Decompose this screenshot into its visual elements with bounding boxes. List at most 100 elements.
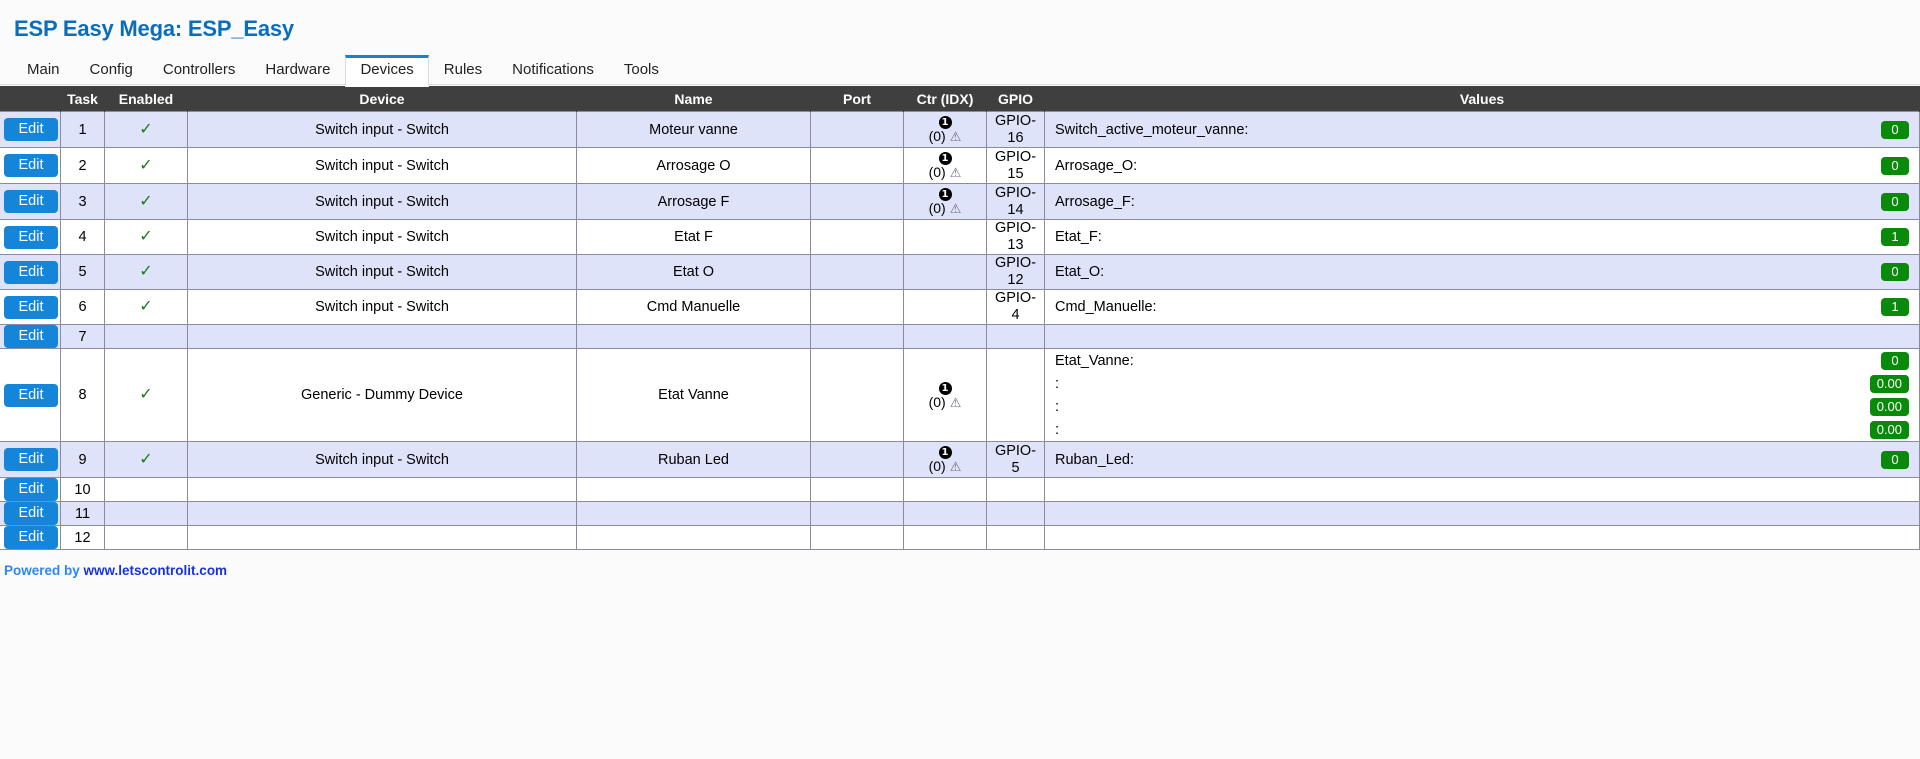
enabled-cell	[104, 501, 188, 526]
device-name-cell: Arrosage F	[576, 183, 811, 220]
values-cell: Arrosage_F: 0	[1044, 183, 1920, 220]
value-badge: 0	[1881, 120, 1909, 139]
edit-button[interactable]: Edit	[4, 325, 58, 348]
controller-idx-cell	[903, 289, 987, 325]
edit-button[interactable]: Edit	[4, 526, 58, 549]
edit-button[interactable]: Edit	[4, 295, 58, 319]
device-name-cell	[576, 525, 811, 550]
warning-icon: ⚠	[949, 394, 962, 410]
tab-controllers[interactable]: Controllers	[148, 55, 251, 86]
tab-config[interactable]: Config	[75, 55, 148, 86]
edit-button[interactable]: Edit	[4, 478, 58, 501]
column-header-task: Task	[60, 86, 105, 112]
edit-button[interactable]: Edit	[4, 502, 58, 525]
edit-button[interactable]: Edit	[4, 154, 58, 177]
edit-button[interactable]: Edit	[4, 383, 58, 407]
task-number-cell: 10	[60, 477, 105, 502]
device-type-cell: Switch input - Switch	[187, 183, 577, 220]
task-number-cell: 3	[60, 183, 105, 220]
gpio-cell	[986, 324, 1045, 349]
edit-cell: Edit	[0, 348, 61, 442]
values-cell	[1044, 324, 1920, 349]
edit-button[interactable]: Edit	[4, 118, 58, 141]
controller-idx-cell	[903, 219, 987, 255]
column-header-blank	[0, 86, 61, 112]
edit-cell: Edit	[0, 254, 61, 290]
gpio-label: GPIO-4	[994, 290, 1037, 323]
footer-letscontrolit-link[interactable]: www.letscontrolit.com	[84, 563, 228, 578]
column-header-device: Device	[187, 86, 577, 112]
values-list: Switch_active_moteur_vanne: 0	[1049, 118, 1915, 141]
tab-tools[interactable]: Tools	[609, 55, 674, 86]
device-type-cell: Switch input - Switch	[187, 147, 577, 184]
gpio-cell: GPIO-14	[986, 183, 1045, 220]
edit-button[interactable]: Edit	[4, 448, 58, 471]
value-label: Arrosage_O:	[1055, 157, 1138, 174]
device-name-cell: Cmd Manuelle	[576, 289, 811, 325]
controller-idx-cell	[903, 501, 987, 526]
enabled-cell: ✓	[104, 183, 188, 220]
values-cell	[1044, 501, 1920, 526]
tab-hardware[interactable]: Hardware	[250, 55, 345, 86]
value-label: Arrosage_F:	[1055, 193, 1135, 210]
values-list: Etat_Vanne: 0: 0.00: 0.00: 0.00	[1049, 349, 1915, 441]
table-row: Edit 2 ✓ Switch input - Switch Arrosage O 1 (0…	[0, 147, 1920, 184]
devices-table-head: Task Enabled Device Name Port Ctr (IDX) GPIO Va…	[0, 86, 1920, 112]
tab-rules[interactable]: Rules	[429, 55, 497, 86]
port-cell	[810, 525, 904, 550]
value-badge: 0	[1881, 263, 1909, 281]
tab-main[interactable]: Main	[12, 55, 75, 86]
port-cell	[810, 111, 904, 148]
port-cell	[810, 183, 904, 220]
value-row: Etat_F: 1	[1049, 226, 1915, 249]
controller-idx-text: (0)	[928, 393, 946, 410]
tab-devices[interactable]: Devices	[345, 55, 429, 87]
edit-button[interactable]: Edit	[4, 190, 58, 213]
edit-button[interactable]: Edit	[4, 225, 58, 249]
table-row: Edit 12	[0, 525, 1920, 550]
check-icon: ✓	[139, 228, 153, 245]
gpio-label: GPIO-5	[994, 442, 1037, 476]
task-number-cell: 5	[60, 254, 105, 290]
value-row: Ruban_Led: 0	[1049, 448, 1915, 471]
table-row: Edit 4 ✓ Switch input - Switch Etat F GPIO-13…	[0, 219, 1920, 255]
task-number-cell: 12	[60, 525, 105, 550]
controller-indicator: 1 (0) ⚠	[908, 378, 982, 413]
table-row: Edit 6 ✓ Switch input - Switch Cmd Manuelle G…	[0, 289, 1920, 325]
check-icon: ✓	[139, 298, 153, 315]
check-icon: ✓	[139, 156, 153, 174]
value-label: Etat_O:	[1055, 264, 1105, 280]
table-row: Edit 1 ✓ Switch input - Switch Moteur vanne 1…	[0, 111, 1920, 148]
gpio-cell: GPIO-15	[986, 147, 1045, 184]
value-row: Switch_active_moteur_vanne: 0	[1049, 118, 1915, 141]
enabled-cell: ✓	[104, 348, 188, 442]
gpio-label: GPIO-15	[994, 148, 1037, 182]
column-header-enabled: Enabled	[104, 86, 188, 112]
controller-idx-text: (0)	[928, 164, 946, 180]
footer-powered-by-label: Powered by	[4, 563, 80, 578]
enabled-cell: ✓	[104, 111, 188, 148]
table-row: Edit 5 ✓ Switch input - Switch Etat O GPIO-12…	[0, 254, 1920, 290]
enabled-cell	[104, 477, 188, 502]
gpio-cell: GPIO-5	[986, 441, 1045, 478]
controller-idx-cell	[903, 477, 987, 502]
table-row: Edit 11	[0, 501, 1920, 526]
table-row: Edit 8 ✓ Generic - Dummy Device Etat Vanne 1(…	[0, 348, 1920, 442]
controller-idx-cell: 1 (0) ⚠	[903, 147, 987, 184]
warning-icon: ⚠	[949, 459, 962, 474]
edit-cell: Edit	[0, 219, 61, 255]
value-label: :	[1055, 375, 1060, 392]
controller-idx-cell	[903, 254, 987, 290]
value-label: Switch_active_moteur_vanne:	[1055, 121, 1249, 138]
tab-notifications[interactable]: Notifications	[497, 55, 609, 86]
enabled-cell: ✓	[104, 219, 188, 255]
controller-idx-cell: 1 (0) ⚠	[903, 441, 987, 478]
warning-icon: ⚠	[949, 165, 962, 180]
column-header-ctr-idx: Ctr (IDX)	[903, 86, 987, 112]
column-header-gpio: GPIO	[986, 86, 1045, 112]
value-row: Cmd_Manuelle: 1	[1049, 296, 1915, 319]
device-type-cell	[187, 477, 577, 502]
edit-button[interactable]: Edit	[4, 260, 58, 284]
controller-idx-cell: 1 (0) ⚠	[903, 111, 987, 148]
controller-idx-cell: 1 (0) ⚠	[903, 183, 987, 220]
